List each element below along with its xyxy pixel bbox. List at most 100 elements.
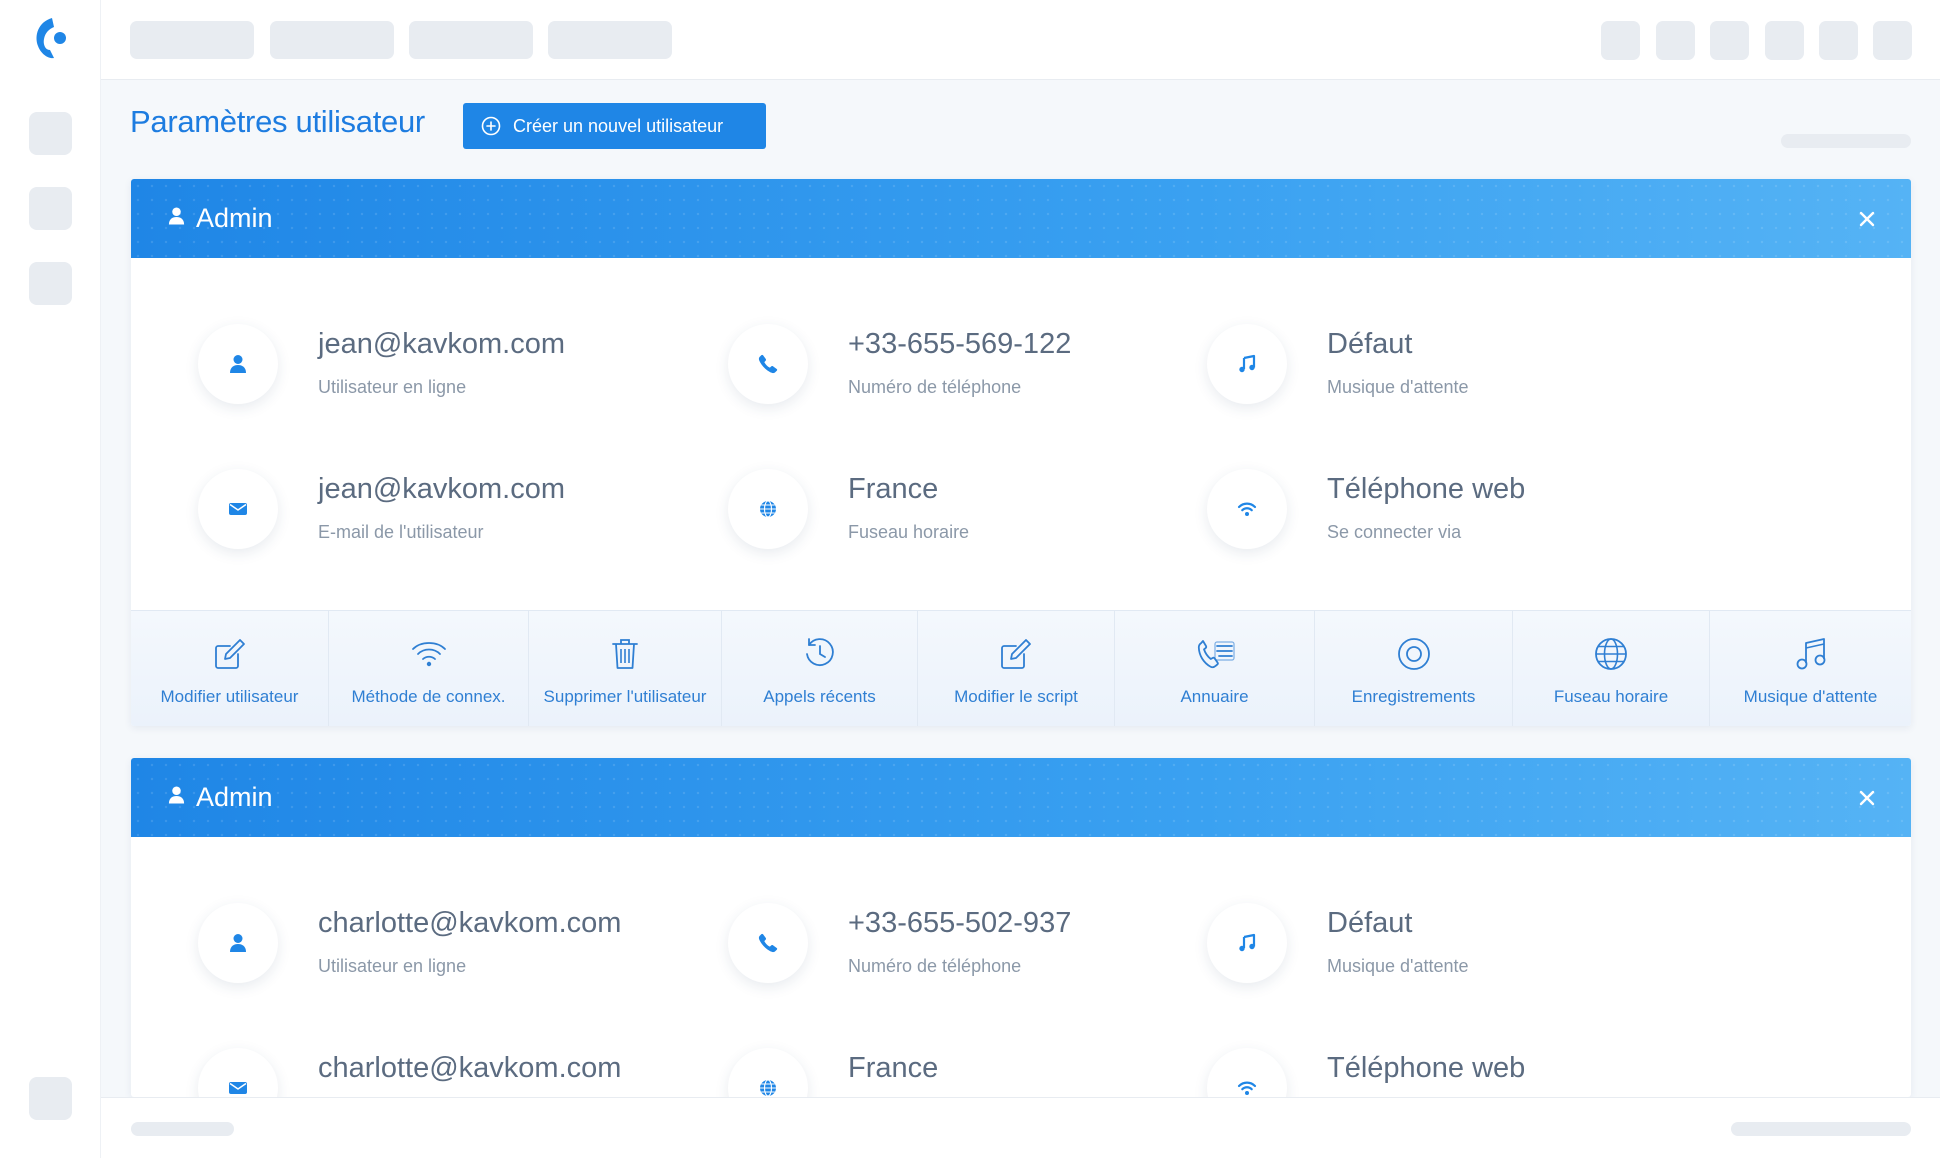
action-label: Musique d'attente bbox=[1743, 687, 1878, 706]
edit-script-action[interactable]: Modifier le script bbox=[918, 611, 1115, 726]
user-card: Admin jean@kavkom.com Utilisateur en ligne… bbox=[131, 179, 1911, 726]
recent-calls-action[interactable]: Appels récents bbox=[722, 611, 918, 726]
user-email-field: charlotte@kavkom.com bbox=[198, 1048, 638, 1097]
top-action-button-2[interactable] bbox=[1656, 21, 1695, 60]
bottom-placeholder-left bbox=[131, 1122, 234, 1136]
field-label: E-mail de l'utilisateur bbox=[318, 522, 484, 542]
top-nav-tab-4[interactable] bbox=[548, 21, 672, 59]
hold-music-action[interactable]: Musique d'attente bbox=[1710, 611, 1911, 726]
edit-icon bbox=[212, 635, 248, 673]
action-label: Enregistrements bbox=[1351, 687, 1476, 706]
field-value: Défaut bbox=[1327, 907, 1413, 939]
phone-number-field: +33-655-569-122 Numéro de téléphone bbox=[728, 324, 1168, 414]
kavkom-logo[interactable] bbox=[30, 14, 70, 64]
sidebar-nav-button-1[interactable] bbox=[29, 112, 72, 155]
music-note-icon bbox=[1207, 903, 1287, 983]
user-role-title: Admin bbox=[196, 782, 273, 812]
field-label: Numéro de téléphone bbox=[848, 956, 1022, 976]
online-user-field: charlotte@kavkom.com Utilisateur en ligne bbox=[198, 903, 638, 993]
action-label: Supprimer l'utilisateur bbox=[543, 687, 707, 706]
wifi-icon bbox=[410, 635, 448, 673]
record-icon bbox=[1396, 635, 1432, 673]
close-icon bbox=[1859, 211, 1875, 227]
timezone-field: France Fuseau horaire bbox=[728, 469, 1168, 559]
recordings-action[interactable]: Enregistrements bbox=[1315, 611, 1513, 726]
field-label: Utilisateur en ligne bbox=[318, 377, 467, 397]
close-icon bbox=[1859, 790, 1875, 806]
music-note-icon bbox=[1794, 635, 1828, 673]
field-value: jean@kavkom.com bbox=[318, 473, 566, 505]
delete-user-action[interactable]: Supprimer l'utilisateur bbox=[529, 611, 722, 726]
edit-user-action[interactable]: Modifier utilisateur bbox=[131, 611, 329, 726]
user-icon bbox=[198, 324, 278, 404]
music-note-icon bbox=[1207, 324, 1287, 404]
user-actions-bar: Modifier utilisateur Méthode de connex. Su… bbox=[131, 610, 1911, 726]
connection-method-action[interactable]: Méthode de connex. bbox=[329, 611, 529, 726]
top-action-button-6[interactable] bbox=[1873, 21, 1912, 60]
user-card: Admin charlotte@kavkom.com Utilisateur en … bbox=[131, 758, 1911, 1097]
user-icon bbox=[167, 784, 186, 811]
page-title: Paramètres utilisateur bbox=[130, 104, 425, 139]
field-value: charlotte@kavkom.com bbox=[318, 1052, 622, 1084]
close-card-button[interactable] bbox=[1853, 784, 1881, 812]
timezone-action[interactable]: Fuseau horaire bbox=[1513, 611, 1710, 726]
top-nav-tab-3[interactable] bbox=[409, 21, 533, 59]
action-label: Modifier utilisateur bbox=[160, 687, 299, 706]
top-action-button-1[interactable] bbox=[1601, 21, 1640, 60]
field-label: Fuseau horaire bbox=[848, 522, 970, 542]
top-nav-tab-1[interactable] bbox=[130, 21, 254, 59]
create-user-button[interactable]: Créer un nouvel utilisateur bbox=[463, 103, 766, 149]
user-role-title: Admin bbox=[196, 203, 273, 233]
field-value: charlotte@kavkom.com bbox=[318, 907, 622, 939]
bottom-bar bbox=[101, 1097, 1940, 1158]
field-value: Défaut bbox=[1327, 328, 1413, 360]
phonebook-icon bbox=[1195, 635, 1235, 673]
field-value: Téléphone web bbox=[1327, 1052, 1526, 1084]
globe-icon bbox=[1593, 635, 1629, 673]
top-nav-tab-2[interactable] bbox=[270, 21, 394, 59]
action-label: Fuseau horaire bbox=[1553, 687, 1669, 706]
top-bar bbox=[101, 0, 1940, 80]
field-label: Musique d'attente bbox=[1327, 956, 1469, 976]
top-action-button-5[interactable] bbox=[1819, 21, 1858, 60]
field-value: jean@kavkom.com bbox=[318, 328, 566, 360]
field-label: Numéro de téléphone bbox=[848, 377, 1022, 397]
field-label: Utilisateur en ligne bbox=[318, 956, 467, 976]
directory-action[interactable]: Annuaire bbox=[1115, 611, 1315, 726]
phone-icon bbox=[728, 903, 808, 983]
action-label: Modifier le script bbox=[954, 687, 1078, 706]
trash-icon bbox=[610, 635, 640, 673]
connect-via-field: Téléphone web bbox=[1207, 1048, 1647, 1097]
top-action-button-3[interactable] bbox=[1710, 21, 1749, 60]
mail-icon bbox=[198, 469, 278, 549]
sidebar bbox=[0, 0, 101, 1158]
top-action-button-4[interactable] bbox=[1765, 21, 1804, 60]
field-value: France bbox=[848, 473, 939, 505]
user-info-section: charlotte@kavkom.com Utilisateur en ligne… bbox=[131, 837, 1911, 1097]
field-label: Se connecter via bbox=[1327, 522, 1462, 542]
phone-icon bbox=[728, 324, 808, 404]
user-card-header: Admin bbox=[131, 179, 1911, 258]
header-placeholder bbox=[1781, 134, 1911, 148]
action-label: Appels récents bbox=[763, 687, 876, 706]
mail-icon bbox=[198, 1048, 278, 1097]
create-user-button-label: Créer un nouvel utilisateur bbox=[513, 115, 724, 136]
wifi-icon bbox=[1207, 469, 1287, 549]
close-card-button[interactable] bbox=[1853, 205, 1881, 233]
user-info-section: jean@kavkom.com Utilisateur en ligne +33-6… bbox=[131, 258, 1911, 610]
action-label: Méthode de connex. bbox=[351, 687, 506, 706]
sidebar-nav-button-2[interactable] bbox=[29, 187, 72, 230]
edit-icon bbox=[998, 635, 1034, 673]
connect-via-field: Téléphone web Se connecter via bbox=[1207, 469, 1647, 559]
hold-music-field: Défaut Musique d'attente bbox=[1207, 903, 1647, 993]
field-value: Téléphone web bbox=[1327, 473, 1526, 505]
field-value: +33-655-569-122 bbox=[848, 328, 1072, 360]
user-icon bbox=[198, 903, 278, 983]
plus-circle-icon bbox=[481, 116, 501, 136]
field-value: +33-655-502-937 bbox=[848, 907, 1072, 939]
globe-icon bbox=[728, 1048, 808, 1097]
phone-number-field: +33-655-502-937 Numéro de téléphone bbox=[728, 903, 1168, 993]
sidebar-bottom-button[interactable] bbox=[29, 1077, 72, 1120]
user-email-field: jean@kavkom.com E-mail de l'utilisateur bbox=[198, 469, 638, 559]
sidebar-nav-button-3[interactable] bbox=[29, 262, 72, 305]
